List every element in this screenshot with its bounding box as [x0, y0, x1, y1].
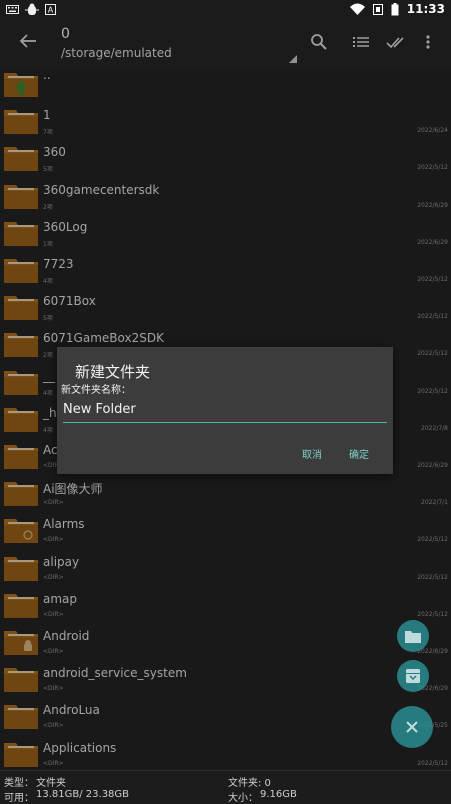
type-value: 文件夹 — [36, 778, 66, 789]
folder-count: 文件夹: 0 — [228, 778, 271, 789]
folder-name-input[interactable]: New Folder — [63, 402, 387, 423]
size-label: 大小： — [228, 793, 258, 804]
svg-text:A: A — [48, 6, 54, 15]
status-time: 11:33 — [406, 2, 445, 16]
status-bar: A 11:33 — [0, 0, 451, 20]
type-label: 类型： — [4, 778, 34, 789]
mute-icon — [372, 3, 383, 15]
size-value: 9.16GB — [260, 789, 297, 800]
cancel-button[interactable]: 取消 — [302, 446, 322, 461]
new-folder-fab[interactable] — [397, 620, 429, 652]
archive-icon — [406, 669, 420, 683]
new-folder-dialog: 新建文件夹 新文件夹名称： New Folder 取消 确定 — [57, 347, 393, 474]
keyboard-icon — [6, 5, 19, 14]
android-a-icon: A — [45, 4, 56, 15]
close-icon — [406, 721, 418, 733]
archive-fab[interactable] — [397, 660, 429, 692]
battery-icon — [391, 2, 399, 15]
close-fab[interactable] — [391, 706, 433, 748]
folder-name-label: 新文件夹名称： — [61, 385, 131, 396]
bug-icon — [25, 3, 39, 15]
dialog-title: 新建文件夹 — [75, 363, 151, 381]
available-value: 13.81GB/ 23.38GB — [36, 789, 130, 800]
info-bar: 类型： 文件夹 可用： 13.81GB/ 23.38GB 文件夹: 0 大小： … — [0, 770, 451, 804]
wifi-icon — [349, 3, 365, 15]
available-label: 可用： — [4, 793, 34, 804]
new-folder-icon — [405, 630, 421, 643]
confirm-button[interactable]: 确定 — [349, 446, 369, 461]
